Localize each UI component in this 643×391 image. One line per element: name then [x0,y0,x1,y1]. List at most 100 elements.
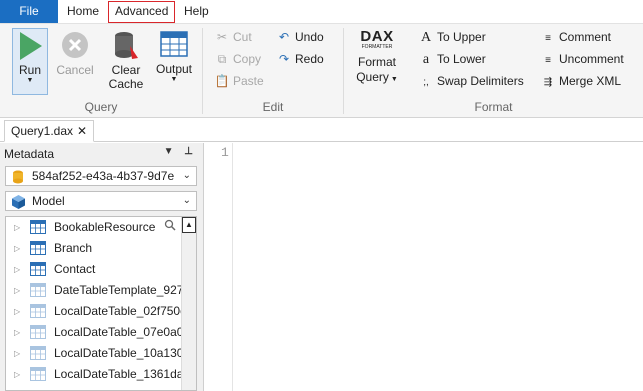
menu-home[interactable]: Home [61,0,105,23]
redo-label: Redo [295,52,324,66]
file-menu[interactable]: File [0,0,58,23]
output-label: Output [155,62,193,76]
uppercase-icon: A [420,30,432,45]
play-icon [20,32,42,60]
cancel-button[interactable]: Cancel [56,28,94,77]
metadata-title: Metadata [4,147,55,161]
connection-value: 584af252-e43a-4b37-9d7e [32,169,175,183]
merge-xml-label: Merge XML [559,74,622,88]
expand-icon[interactable]: ▷ [14,217,20,238]
edit-group-label: Edit [262,100,284,114]
query-group-label: Query [84,100,118,114]
scroll-up-icon[interactable]: ▲ [182,217,196,233]
tree-item[interactable]: ▷ Contact [6,259,181,280]
tab-query1[interactable]: Query1.dax ✕ [4,120,95,142]
uncomment-icon: ≡ [545,55,551,66]
document-tab-strip: Query1.dax ✕ [0,118,643,142]
chevron-down-icon[interactable]: ⌄ [183,192,191,210]
model-value: Model [32,194,65,208]
redo-icon: ↷ [278,52,290,66]
table-icon [30,241,46,255]
tree-item-label: LocalDateTable_07e0a0 [54,325,181,339]
expand-icon[interactable]: ▷ [14,280,20,301]
expand-icon[interactable]: ▷ [14,259,20,280]
cancel-label: Cancel [56,63,94,77]
format-query-label-2: Query [356,70,389,84]
tree-item[interactable]: ▷ DateTableTemplate_927 [6,280,181,301]
panel-menu-icon[interactable]: ▼ [164,146,174,157]
search-icon[interactable] [164,219,176,231]
hidden-table-icon [30,325,46,339]
dax-logo-subtext: FORMATTER [361,44,393,50]
tree-item-label: Contact [54,262,96,276]
tree-item-label: LocalDateTable_10a130 [54,346,181,360]
clear-cache-button[interactable]: Clear Cache [104,28,148,91]
clear-cache-icon [115,32,138,59]
run-dropdown-caret[interactable]: ▼ [13,77,47,85]
tree-item[interactable]: ▷ Branch [6,238,181,259]
model-select[interactable]: Model ⌄ [5,191,197,211]
to-upper-button[interactable]: A To Upper [418,28,486,46]
expand-icon[interactable]: ▷ [14,364,20,385]
line-number: 1 [221,145,229,160]
copy-button[interactable]: ⧉ Copy [214,50,261,68]
format-group-label: Format [474,100,513,114]
undo-label: Undo [295,30,324,44]
to-lower-label: To Lower [437,52,486,66]
run-button[interactable]: Run ▼ [12,28,48,95]
panel-controls[interactable]: ▼ ⊥ [164,146,193,157]
to-lower-button[interactable]: a To Lower [418,50,486,68]
swap-delimiters-button[interactable]: ;, Swap Delimiters [418,72,524,90]
expand-icon[interactable]: ▷ [14,238,20,259]
uncomment-button[interactable]: ≡ Uncomment [540,50,624,68]
undo-button[interactable]: ↶ Undo [276,28,324,46]
comment-button[interactable]: ≡ Comment [540,28,611,46]
connection-select[interactable]: 584af252-e43a-4b37-9d7e ⌄ [5,166,197,186]
paste-button[interactable]: 📋 Paste [214,72,264,90]
cut-label: Cut [233,30,252,44]
format-query-caret[interactable]: ▼ [391,76,398,83]
close-icon[interactable]: ✕ [77,124,87,138]
output-button[interactable]: Output ▼ [154,28,194,84]
query-editor[interactable]: 1 [205,143,643,391]
tree-item-label: LocalDateTable_1361da [54,367,181,381]
expand-icon[interactable]: ▷ [14,301,20,322]
database-icon [13,170,23,184]
format-query-button[interactable]: DAX FORMATTER Format Query ▼ [352,28,402,84]
tree-item[interactable]: ▷ LocalDateTable_10a130 [6,343,181,364]
chevron-down-icon[interactable]: ⌄ [183,167,191,185]
cut-button[interactable]: ✂ Cut [214,28,252,46]
redo-button[interactable]: ↷ Redo [276,50,324,68]
tree-item[interactable]: ▷ LocalDateTable_07e0a0 [6,322,181,343]
pin-icon[interactable]: ⊥ [184,146,193,157]
to-upper-label: To Upper [437,30,486,44]
menu-help[interactable]: Help [178,0,215,23]
menu-advanced[interactable]: Advanced [108,1,176,23]
clear-cache-label-1: Clear [111,63,141,77]
tree-item-label: BookableResource [54,220,156,234]
output-dropdown-caret[interactable]: ▼ [154,76,194,84]
expand-icon[interactable]: ▷ [14,322,20,343]
comment-label: Comment [559,30,612,44]
ribbon: Run ▼ Cancel Clear Cache Output ▼ Query … [0,23,643,118]
undo-icon: ↶ [278,30,290,44]
hidden-table-icon [30,346,46,360]
line-number-gutter: 1 [205,143,233,391]
hidden-table-icon [30,283,46,297]
merge-xml-button[interactable]: ⇶ Merge XML [540,72,621,90]
tree-item[interactable]: ▷ LocalDateTable_02f750e [6,301,181,322]
tree-item-label: DateTableTemplate_927 [54,283,181,297]
tree-scrollbar[interactable]: ▲ [181,217,196,390]
tree-item[interactable]: ▷ BookableResource [6,217,181,238]
comment-icon: ≡ [545,33,551,44]
metadata-tree: ▷ BookableResource ▷ Branch ▷ Contact ▷ … [5,216,197,391]
run-label: Run [18,63,41,77]
tree-item-label: Branch [54,241,93,255]
expand-icon[interactable]: ▷ [14,343,20,364]
swap-delimiters-label: Swap Delimiters [437,74,524,88]
dax-logo-text: DAX [360,28,394,45]
tree-item[interactable]: ▷ LocalDateTable_1361da [6,364,181,385]
dax-formatter-logo: DAX FORMATTER [352,28,402,51]
hidden-table-icon [30,304,46,318]
tree-item-label: LocalDateTable_02f750e [54,304,181,318]
